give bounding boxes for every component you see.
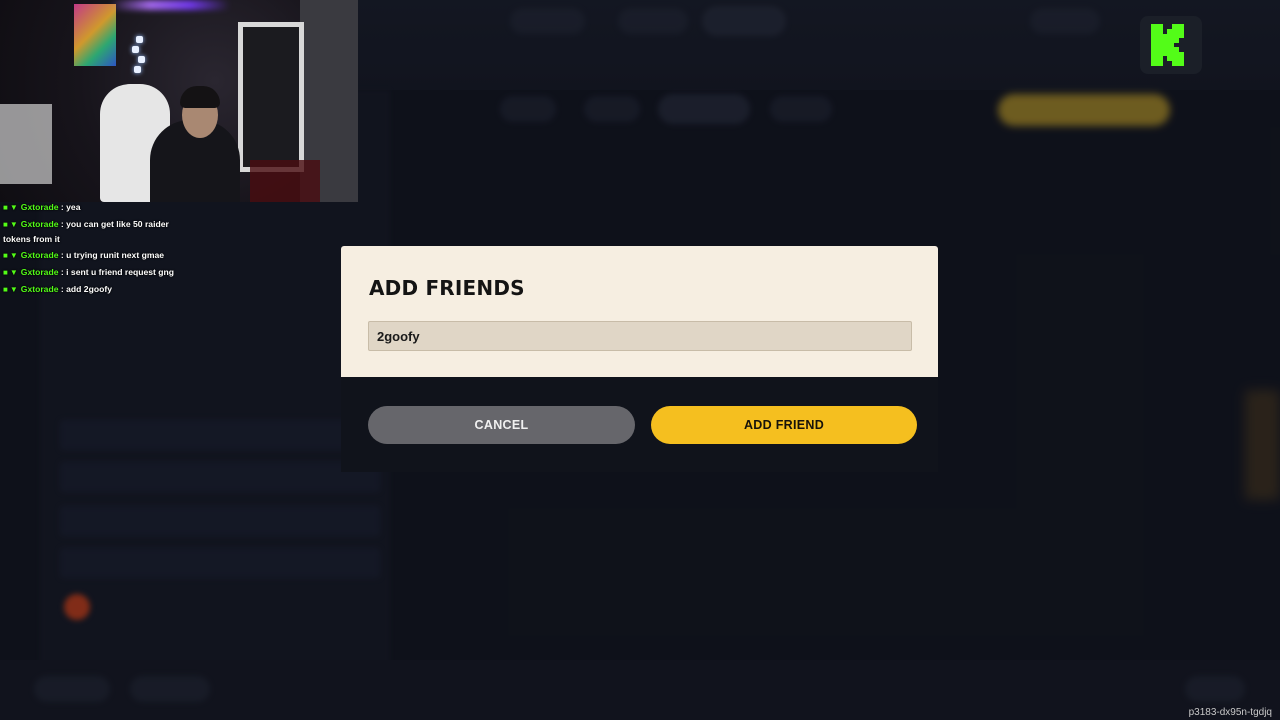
- kick-badge-icon: ■: [3, 285, 8, 294]
- chat-text: : add 2goofy: [60, 284, 112, 294]
- shield-badge-icon: ▼: [9, 285, 18, 294]
- shelf: [0, 104, 52, 184]
- hex-light: [138, 56, 145, 63]
- kick-logo-icon: [1151, 24, 1184, 66]
- kick-badge-icon: ■: [3, 203, 8, 212]
- shield-badge-icon: ▼: [9, 220, 18, 229]
- chat-message: ■ ▼ Gxtorade : i sent u friend request gng: [3, 265, 178, 280]
- add-friends-dialog: ADD FRIENDS CANCEL ADD FRIEND: [341, 246, 938, 472]
- cancel-button[interactable]: CANCEL: [368, 406, 635, 444]
- add-friend-button[interactable]: ADD FRIEND: [651, 406, 917, 444]
- chat-username: Gxtorade: [20, 284, 59, 294]
- watermark: p3183-dx95n-tgdjq: [1188, 707, 1272, 718]
- kick-badge-icon: ■: [3, 220, 8, 229]
- shield-badge-icon: ▼: [9, 203, 18, 212]
- chat-message: ■ ▼ Gxtorade : add 2goofy: [3, 282, 178, 297]
- shield-badge-icon: ▼: [9, 251, 18, 260]
- chat-overlay: ■ ▼ Gxtorade : yea ■ ▼ Gxtorade : you can ge…: [3, 200, 178, 299]
- chat-username: Gxtorade: [20, 267, 59, 277]
- led-strip: [110, 0, 230, 10]
- shield-badge-icon: ▼: [9, 268, 18, 277]
- streamer-hair: [180, 86, 220, 108]
- kick-badge-icon: ■: [3, 268, 8, 277]
- poster: [74, 4, 116, 66]
- chat-message: ■ ▼ Gxtorade : u trying runit next gmae: [3, 248, 178, 263]
- webcam-overlay: [0, 0, 358, 202]
- floor: [250, 160, 320, 202]
- chat-text: : i sent u friend request gng: [60, 267, 175, 277]
- chat-message: ■ ▼ Gxtorade : you can get like 50 raider …: [3, 217, 178, 246]
- kick-badge-icon: ■: [3, 251, 8, 260]
- chat-username: Gxtorade: [20, 202, 59, 212]
- hex-light: [134, 66, 141, 73]
- chat-text: : u trying runit next gmae: [60, 250, 165, 260]
- dialog-body: ADD FRIENDS: [341, 246, 938, 377]
- friend-name-input[interactable]: [369, 322, 911, 350]
- doorway: [238, 22, 304, 172]
- hex-light: [132, 46, 139, 53]
- chat-username: Gxtorade: [20, 219, 59, 229]
- hex-light: [136, 36, 143, 43]
- chat-text: : yea: [60, 202, 81, 212]
- kick-logo: [1140, 16, 1202, 74]
- friend-name-field[interactable]: [368, 321, 912, 351]
- chat-username: Gxtorade: [20, 250, 59, 260]
- dialog-title: ADD FRIENDS: [369, 276, 525, 300]
- chat-message: ■ ▼ Gxtorade : yea: [3, 200, 178, 215]
